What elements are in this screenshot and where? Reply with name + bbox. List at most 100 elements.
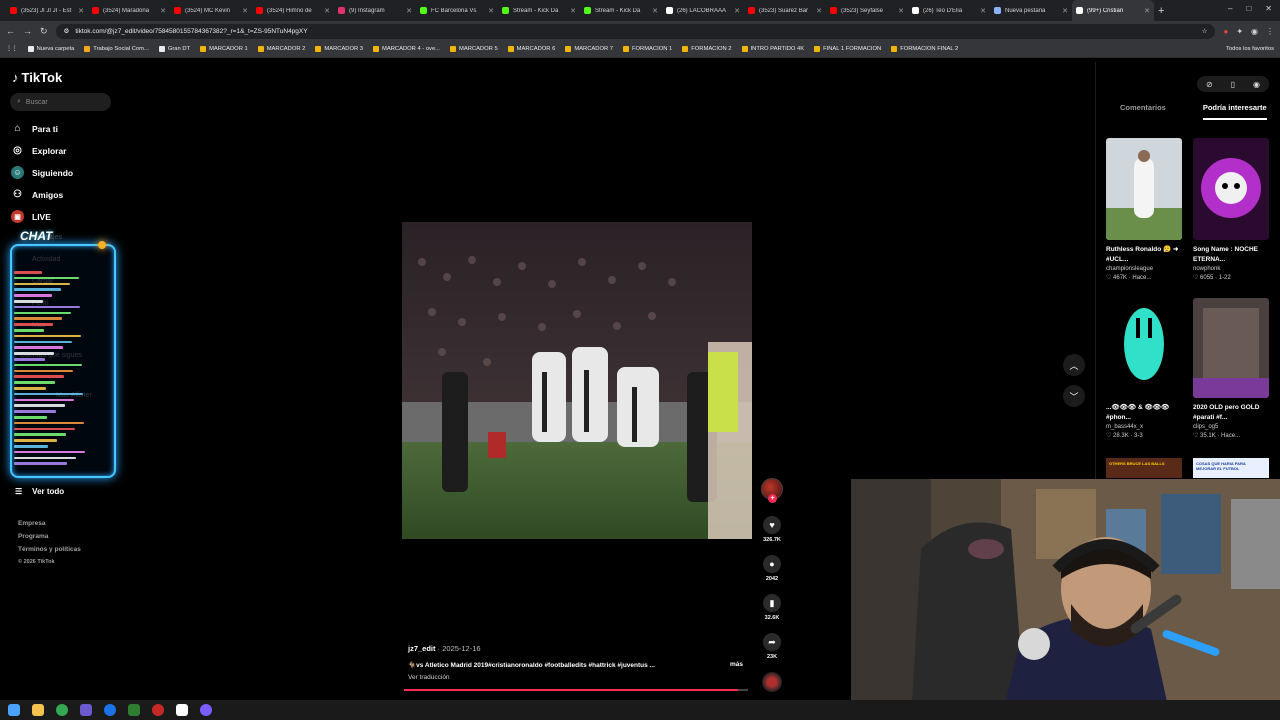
close-window-icon[interactable]: ✕ — [1265, 4, 1272, 13]
close-tab-icon[interactable]: ✕ — [898, 7, 904, 15]
bookmark-item[interactable]: MARCADOR 7 — [565, 46, 613, 52]
chrome-icon[interactable] — [56, 704, 68, 716]
all-bookmarks-folder[interactable]: Todos los favoritos — [1226, 46, 1274, 52]
translate-link[interactable]: Ver traducción — [408, 674, 450, 681]
close-tab-icon[interactable]: ✕ — [242, 7, 248, 15]
sidebar-item-para-ti[interactable]: ⌂ Para ti — [11, 122, 58, 135]
close-tab-icon[interactable]: ✕ — [570, 7, 576, 15]
card-user[interactable]: championsleague — [1106, 266, 1182, 272]
browser-tab[interactable]: (3524) Himno de ✕ — [252, 0, 334, 21]
file-explorer-icon[interactable] — [32, 704, 44, 716]
video-player[interactable] — [402, 222, 752, 539]
suggested-video-card[interactable]: ...👁👁👁 & 👁👁👁 #phon... m_bass44x_x ♡ 28.3… — [1106, 298, 1182, 439]
back-icon[interactable]: ← — [6, 26, 15, 36]
compass-small-icon[interactable]: ⊘ — [1206, 80, 1213, 89]
previous-video-button[interactable]: ︿ — [1063, 354, 1085, 376]
card-user[interactable]: m_bass44x_x — [1106, 424, 1182, 430]
browser-tab[interactable]: (99+) Cristian ✕ — [1072, 0, 1154, 21]
bookmark-item[interactable]: FORMACION 1 — [622, 46, 672, 52]
close-tab-icon[interactable]: ✕ — [816, 7, 822, 15]
author-name[interactable]: jz7_edit — [408, 644, 436, 653]
start-icon[interactable] — [8, 704, 20, 716]
puzzle-icon[interactable]: ✦ — [1236, 27, 1243, 36]
bookmark-item[interactable]: Trabajo Social Com... — [84, 46, 149, 52]
close-tab-icon[interactable]: ✕ — [406, 7, 412, 15]
close-tab-icon[interactable]: ✕ — [1144, 7, 1150, 15]
browser-tab[interactable]: (26) LACOBRAAA ✕ — [662, 0, 744, 21]
bookmark-item[interactable]: Nueva carpeta — [27, 46, 74, 52]
extension-icon[interactable]: ● — [1223, 27, 1228, 36]
close-tab-icon[interactable]: ✕ — [488, 7, 494, 15]
browser-tab[interactable]: (3523) JI JI JI - Est ✕ — [6, 0, 88, 21]
browser-tab[interactable]: Stream - Kick Da ✕ — [498, 0, 580, 21]
suggested-video-card[interactable]: Song Name : NOCHE ETERNA... nowphonk ♡ 6… — [1193, 138, 1269, 281]
video-progress-bar[interactable] — [404, 689, 748, 691]
share-button[interactable]: ➦ 23K — [760, 633, 784, 660]
card-user[interactable]: clips_og5 — [1193, 424, 1269, 430]
close-tab-icon[interactable]: ✕ — [1062, 7, 1068, 15]
sidebar-item-amigos[interactable]: ⚇ Amigos — [11, 188, 63, 201]
suggested-video-card[interactable]: COSAS QUE HARIA PARA MEJORAR EL FUTBOL — [1193, 458, 1269, 478]
browser-tab[interactable]: (26) Teo D'Elia ✕ — [908, 0, 990, 21]
app-icon[interactable] — [176, 704, 188, 716]
bookmark-item[interactable]: MARCADOR 1 — [200, 46, 248, 52]
minimize-icon[interactable]: – — [1228, 4, 1232, 13]
footer-link-empresa[interactable]: Empresa — [18, 520, 45, 527]
suggested-video-card[interactable]: 2020 OLD pero GOLD #parati #f... clips_o… — [1193, 298, 1269, 439]
browser-tab[interactable]: (3523) Seyfalse ✕ — [826, 0, 908, 21]
bookmark-item[interactable]: FINAL 1 FORMACION — [814, 46, 881, 52]
sidebar-item-live[interactable]: ▣ LIVE — [11, 210, 51, 223]
follow-plus-icon[interactable]: + — [768, 494, 777, 503]
address-bar[interactable]: ⚙ tiktok.com/@jz7_edit/video/75845801557… — [55, 23, 1216, 39]
app-icon[interactable] — [80, 704, 92, 716]
footer-link-programa[interactable]: Programa — [18, 533, 48, 540]
tab-podria-interesarte[interactable]: Podría interesarte — [1202, 103, 1267, 120]
tab-comentarios[interactable]: Comentarios — [1120, 103, 1166, 120]
bookmark-item[interactable]: MARCADOR 2 — [257, 46, 305, 52]
see-all-link[interactable]: ☰ Ver todo — [15, 487, 64, 496]
close-tab-icon[interactable]: ✕ — [652, 7, 658, 15]
browser-tab[interactable]: Stream - Kick Da ✕ — [580, 0, 662, 21]
like-button[interactable]: ♥ 326.7K — [760, 516, 784, 543]
device-icon[interactable]: ▯ — [1231, 80, 1235, 89]
next-video-button[interactable]: ﹀ — [1063, 385, 1085, 407]
browser-tab[interactable]: (3524) Maradona ✕ — [88, 0, 170, 21]
close-tab-icon[interactable]: ✕ — [324, 7, 330, 15]
sidebar-item-siguiendo[interactable]: ☺ Siguiendo — [11, 166, 73, 179]
site-info-icon[interactable]: ⚙ — [64, 27, 70, 35]
card-user[interactable]: nowphonk — [1193, 266, 1269, 272]
music-disc-icon[interactable] — [762, 672, 782, 692]
reload-icon[interactable]: ↻ — [40, 26, 48, 37]
footer-link-terminos[interactable]: Términos y políticas — [18, 546, 81, 553]
tiktok-logo[interactable]: ♪ TikTok — [12, 70, 62, 85]
new-tab-icon[interactable]: + — [1158, 5, 1164, 17]
caption-more-link[interactable]: más — [730, 661, 743, 668]
browser-tab[interactable]: FC Barcelona Vs ✕ — [416, 0, 498, 21]
browser-tab[interactable]: Nueva pestaña ✕ — [990, 0, 1072, 21]
close-tab-icon[interactable]: ✕ — [734, 7, 740, 15]
bookmark-item[interactable]: INTRO PARTIDO 4K — [741, 46, 804, 52]
menu-icon[interactable]: ⋮ — [1266, 27, 1274, 36]
video-author[interactable]: jz7_edit · 2025-12-16 — [408, 644, 481, 653]
profile-icon[interactable]: ◉ — [1251, 27, 1258, 36]
close-tab-icon[interactable]: ✕ — [160, 7, 166, 15]
close-tab-icon[interactable]: ✕ — [980, 7, 986, 15]
app-icon[interactable] — [152, 704, 164, 716]
comment-button[interactable]: ● 2042 — [760, 555, 784, 582]
bookmark-star-icon[interactable]: ☆ — [1202, 27, 1208, 35]
apps-icon[interactable]: ⋮⋮ — [6, 46, 18, 52]
forward-icon[interactable]: → — [23, 26, 32, 36]
app-icon[interactable] — [104, 704, 116, 716]
bookmark-item[interactable]: FORMACION 2 — [682, 46, 732, 52]
bookmark-item[interactable]: FORMACION FINAL 2 — [891, 46, 958, 52]
app-icon[interactable] — [200, 704, 212, 716]
bookmark-item[interactable]: MARCADOR 5 — [450, 46, 498, 52]
save-button[interactable]: ▮ 32.6K — [760, 594, 784, 621]
maximize-icon[interactable]: □ — [1246, 4, 1251, 13]
browser-tab[interactable]: (3523) Suarez Bar ✕ — [744, 0, 826, 21]
bookmark-item[interactable]: MARCADOR 3 — [315, 46, 363, 52]
close-tab-icon[interactable]: ✕ — [78, 7, 84, 15]
suggested-video-card[interactable]: OTHERS BRUCE LAS BALLS — [1106, 458, 1182, 478]
bookmark-item[interactable]: MARCADOR 6 — [507, 46, 555, 52]
app-icon[interactable] — [128, 704, 140, 716]
